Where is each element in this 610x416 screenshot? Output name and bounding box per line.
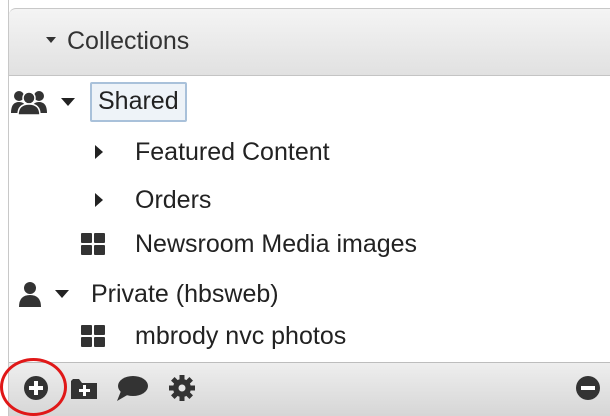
highlight-ring-annotation bbox=[0, 358, 67, 416]
collection-label[interactable]: mbrody nvc photos bbox=[135, 322, 346, 351]
users-group-icon bbox=[11, 89, 47, 115]
collections-tree: Shared Featured Content Orders Newsroom … bbox=[9, 76, 610, 362]
collection-newsroom-media-images[interactable]: Newsroom Media images bbox=[81, 224, 417, 264]
collection-orders[interactable]: Orders bbox=[95, 180, 211, 220]
add-folder-icon[interactable] bbox=[69, 373, 99, 403]
collection-label[interactable]: Featured Content bbox=[135, 138, 330, 167]
group-private[interactable]: Private (hbsweb) bbox=[19, 274, 279, 314]
caret-right-icon[interactable] bbox=[95, 145, 103, 159]
collapse-caret-icon[interactable] bbox=[46, 37, 56, 43]
group-shared-label[interactable]: Shared bbox=[90, 82, 187, 122]
grid-icon bbox=[81, 325, 105, 347]
grid-icon bbox=[81, 233, 105, 255]
expand-shared-icon[interactable] bbox=[61, 98, 75, 106]
gear-icon[interactable] bbox=[167, 373, 197, 403]
expand-private-icon[interactable] bbox=[55, 290, 69, 298]
collection-featured-content[interactable]: Featured Content bbox=[95, 132, 330, 172]
collection-label[interactable]: Orders bbox=[135, 186, 211, 215]
user-icon bbox=[19, 281, 41, 307]
comment-icon[interactable] bbox=[115, 373, 148, 403]
collections-title: Collections bbox=[67, 27, 190, 55]
collections-panel: Collections Shared Featured Content Orde… bbox=[8, 0, 610, 416]
collections-toolbar bbox=[9, 362, 610, 416]
caret-right-icon[interactable] bbox=[95, 193, 103, 207]
group-private-label[interactable]: Private (hbsweb) bbox=[91, 280, 279, 309]
collections-header[interactable]: Collections bbox=[9, 8, 610, 76]
collection-mbrody-nvc-photos[interactable]: mbrody nvc photos bbox=[81, 316, 346, 356]
remove-circle-icon[interactable] bbox=[573, 373, 603, 403]
group-shared[interactable]: Shared bbox=[11, 82, 187, 122]
collection-label[interactable]: Newsroom Media images bbox=[135, 230, 417, 259]
